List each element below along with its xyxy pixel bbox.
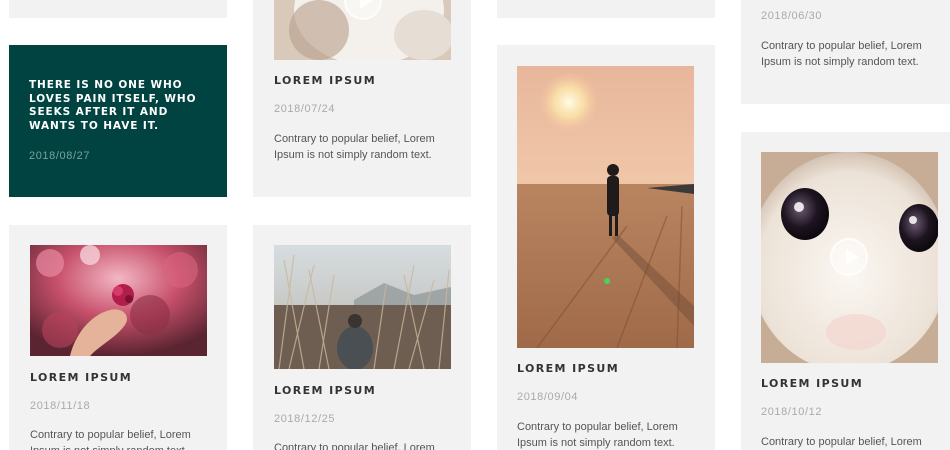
card-date: 2018/09/04 <box>517 391 579 403</box>
quote-card[interactable]: THERE IS NO ONE WHO LOVES PAIN ITSELF, W… <box>9 45 227 197</box>
cat-photo-top[interactable] <box>274 0 451 60</box>
card-text: Contrary to popular belief, Lorem Ipsum … <box>274 442 435 450</box>
card-text: Contrary to popular belief, Lorem Ipsum … <box>30 429 191 450</box>
card-text: Contrary to popular belief, Lorem Ipsum … <box>517 421 678 449</box>
quote-date: 2018/08/27 <box>29 150 91 162</box>
flower-photo[interactable] <box>30 245 207 356</box>
card-date: 2018/06/30 <box>761 10 823 22</box>
card-date: 2018/11/18 <box>30 400 91 412</box>
cat-photo[interactable] <box>761 152 938 363</box>
quote-text: THERE IS NO ONE WHO LOVES PAIN ITSELF, W… <box>29 79 197 132</box>
grass-photo[interactable] <box>274 245 451 369</box>
card-title[interactable]: LOREM IPSUM <box>30 371 132 384</box>
card-text: Contrary to popular belief, Lorem Ipsum … <box>761 436 922 448</box>
card-title[interactable]: LOREM IPSUM <box>761 377 863 390</box>
card-title[interactable]: LOREM IPSUM <box>274 384 376 397</box>
status-dot <box>604 278 610 284</box>
card-flower[interactable]: LOREM IPSUM 2018/11/18 Contrary to popul… <box>9 225 227 450</box>
card-cat-video[interactable]: LOREM IPSUM 2018/10/12 Contrary to popul… <box>741 132 950 450</box>
beach-photo[interactable] <box>517 66 694 348</box>
card-text: Contrary to popular belief, Lorem Ipsum … <box>274 133 435 161</box>
card-title[interactable]: LOREM IPSUM <box>274 74 376 87</box>
card-top-right[interactable]: 2018/06/30 Contrary to popular belief, L… <box>741 0 950 104</box>
card-grass[interactable]: LOREM IPSUM 2018/12/25 Contrary to popul… <box>253 225 471 450</box>
card-date: 2018/07/24 <box>274 103 336 115</box>
play-icon[interactable] <box>830 238 868 276</box>
card-cat-video-top[interactable]: LOREM IPSUM 2018/07/24 Contrary to popul… <box>253 0 471 197</box>
card-partial-top-col3[interactable] <box>497 0 715 18</box>
card-text: Contrary to popular belief, Lorem Ipsum … <box>761 40 922 68</box>
card-title[interactable]: LOREM IPSUM <box>517 362 619 375</box>
card-date: 2018/10/12 <box>761 406 823 418</box>
card-partial-top-col1[interactable] <box>9 0 227 18</box>
card-beach[interactable]: LOREM IPSUM 2018/09/04 Contrary to popul… <box>497 45 715 450</box>
card-date: 2018/12/25 <box>274 413 336 425</box>
